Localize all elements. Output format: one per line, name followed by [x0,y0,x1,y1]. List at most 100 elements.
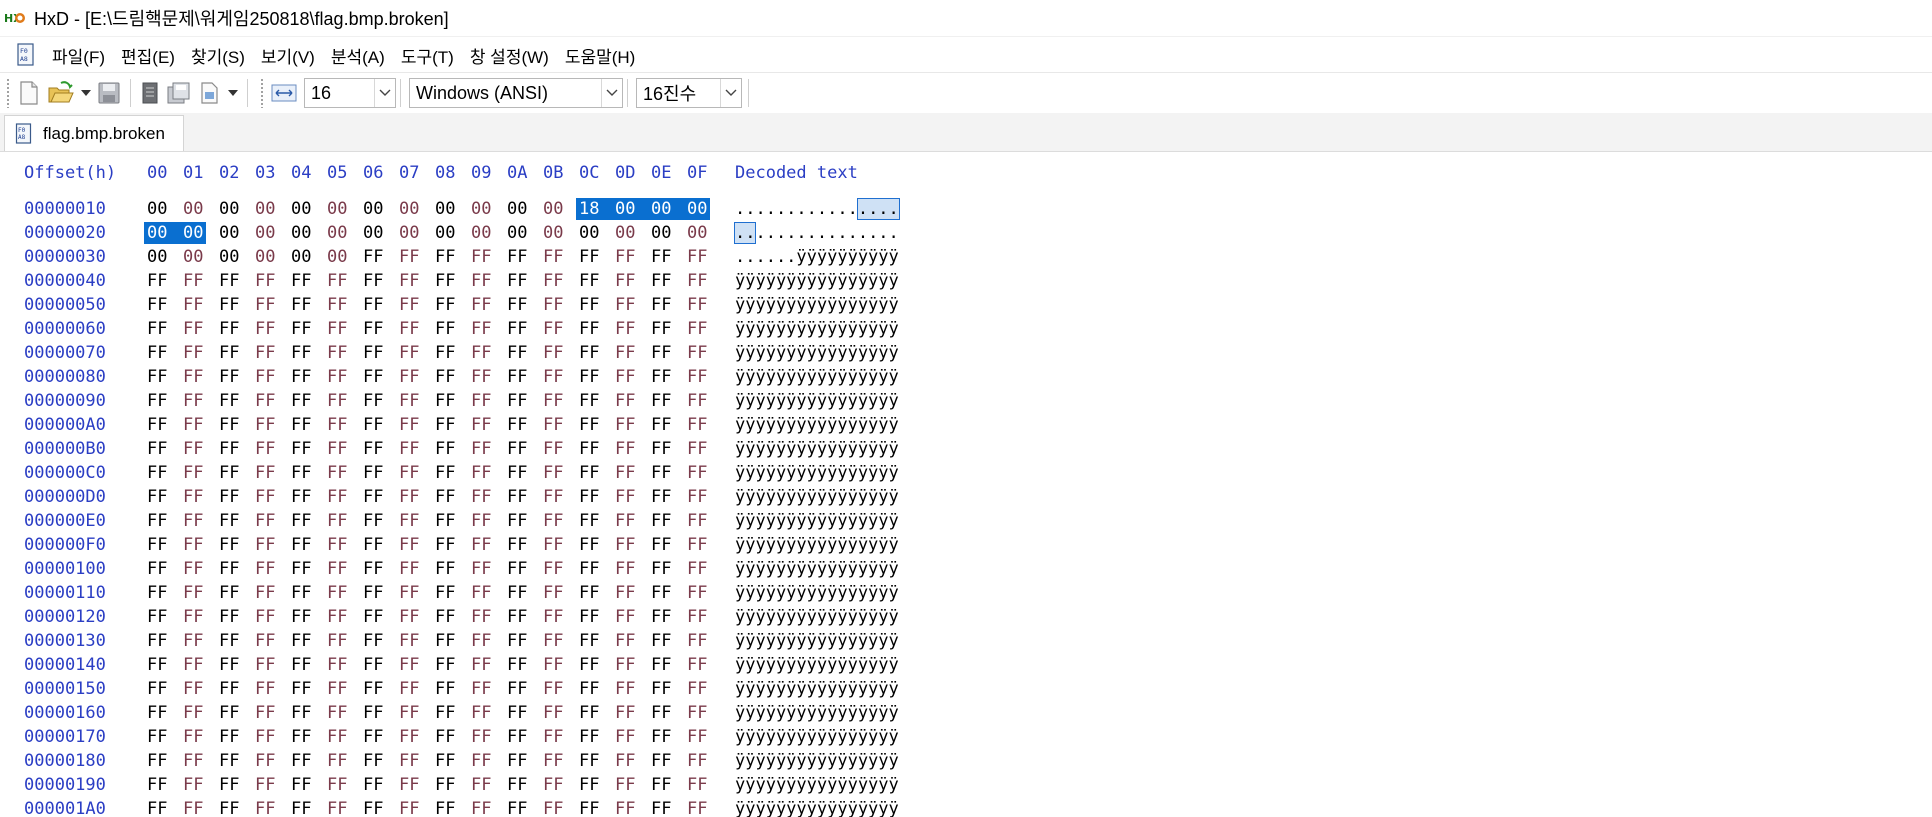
hex-byte[interactable]: FF [576,462,602,484]
hex-byte[interactable]: FF [360,750,386,772]
hex-byte[interactable]: FF [396,798,422,817]
decoded-text[interactable]: ÿÿÿÿÿÿÿÿÿÿÿÿÿÿÿÿ [735,582,899,604]
hex-byte[interactable]: FF [252,606,278,628]
hex-byte[interactable]: FF [360,246,386,268]
hex-byte[interactable]: FF [324,774,350,796]
hex-byte[interactable]: FF [396,654,422,676]
hex-byte[interactable]: FF [288,534,314,556]
hex-byte[interactable]: FF [216,438,242,460]
hex-byte[interactable]: FF [252,750,278,772]
hex-byte[interactable]: 00 [396,222,422,244]
hex-byte[interactable]: FF [432,390,458,412]
hex-byte[interactable]: FF [360,678,386,700]
hex-byte[interactable]: FF [684,486,710,508]
hex-byte[interactable]: FF [648,486,674,508]
hex-byte[interactable]: FF [432,630,458,652]
decoded-text[interactable]: ÿÿÿÿÿÿÿÿÿÿÿÿÿÿÿÿ [735,534,899,556]
menu-analysis[interactable]: 분석(A) [323,43,393,68]
hex-byte[interactable]: FF [648,774,674,796]
hex-byte[interactable]: FF [216,798,242,817]
hex-byte[interactable]: FF [432,774,458,796]
hex-byte[interactable]: FF [252,510,278,532]
hex-byte[interactable]: FF [612,750,638,772]
hex-byte[interactable]: FF [396,318,422,340]
decoded-text[interactable]: ÿÿÿÿÿÿÿÿÿÿÿÿÿÿÿÿ [735,630,899,652]
hex-byte[interactable]: 00 [540,222,566,244]
hex-byte[interactable]: FF [468,390,494,412]
hex-byte[interactable]: FF [324,390,350,412]
hex-byte[interactable]: FF [216,534,242,556]
menu-edit[interactable]: 편집(E) [113,43,183,68]
hex-byte[interactable]: FF [504,798,530,817]
hex-byte[interactable]: FF [504,390,530,412]
hex-byte[interactable]: FF [324,606,350,628]
hex-byte[interactable]: FF [648,438,674,460]
hex-byte[interactable]: FF [612,654,638,676]
hex-byte[interactable]: FF [684,558,710,580]
hex-byte[interactable]: FF [468,774,494,796]
hex-byte[interactable]: FF [684,582,710,604]
hex-byte[interactable]: FF [432,510,458,532]
hex-byte[interactable]: FF [252,534,278,556]
hex-byte[interactable]: FF [360,534,386,556]
hex-byte[interactable]: FF [180,726,206,748]
hex-byte[interactable]: FF [504,582,530,604]
hex-byte[interactable]: FF [324,534,350,556]
hex-byte[interactable]: FF [216,318,242,340]
hex-byte[interactable]: FF [288,510,314,532]
hex-byte[interactable]: FF [612,270,638,292]
hex-byte[interactable]: FF [504,414,530,436]
hex-byte[interactable]: FF [504,486,530,508]
hex-byte[interactable]: FF [216,342,242,364]
hex-byte[interactable]: FF [216,654,242,676]
hex-byte[interactable]: FF [468,750,494,772]
hex-byte[interactable]: FF [576,798,602,817]
hex-byte[interactable]: FF [504,462,530,484]
hex-byte[interactable]: FF [216,510,242,532]
hex-byte[interactable]: 00 [144,222,180,244]
hex-byte[interactable]: FF [324,678,350,700]
hex-editor-view[interactable]: Offset(h) 00 01 02 03 04 05 06 07 08 09 0A 0B 0C 0D 0E 0… [0,152,1932,817]
hex-byte[interactable]: FF [648,294,674,316]
hex-byte[interactable]: FF [432,294,458,316]
hex-byte[interactable]: FF [360,606,386,628]
hex-byte[interactable]: FF [216,726,242,748]
hex-byte[interactable]: FF [180,558,206,580]
hex-byte[interactable]: FF [180,462,206,484]
file-properties-icon[interactable] [140,78,160,108]
hex-byte[interactable]: FF [612,798,638,817]
hex-byte[interactable]: FF [612,774,638,796]
hex-byte[interactable]: FF [216,702,242,724]
hex-byte[interactable]: FF [252,582,278,604]
hex-byte[interactable]: FF [576,510,602,532]
hex-byte[interactable]: 00 [360,222,386,244]
hex-byte[interactable]: 00 [252,246,278,268]
hex-byte[interactable]: FF [684,606,710,628]
hex-byte[interactable]: FF [252,462,278,484]
hex-byte[interactable]: FF [504,534,530,556]
hex-byte[interactable]: FF [648,654,674,676]
hex-byte[interactable]: FF [468,270,494,292]
hex-byte[interactable]: FF [684,726,710,748]
hex-byte[interactable]: FF [288,678,314,700]
hex-byte[interactable]: FF [684,654,710,676]
hex-byte[interactable]: FF [396,606,422,628]
hex-byte[interactable]: FF [504,702,530,724]
hex-byte[interactable]: FF [216,630,242,652]
hex-byte[interactable]: FF [180,750,206,772]
hex-byte[interactable]: FF [468,294,494,316]
hex-byte[interactable]: FF [576,414,602,436]
hex-byte[interactable]: FF [144,678,170,700]
hex-byte[interactable]: FF [468,246,494,268]
hex-byte[interactable]: FF [504,270,530,292]
hex-byte[interactable]: FF [432,486,458,508]
hex-byte[interactable]: FF [504,510,530,532]
hex-byte[interactable]: FF [684,510,710,532]
hex-byte[interactable]: FF [468,366,494,388]
hex-byte[interactable]: FF [432,798,458,817]
hex-byte[interactable]: FF [612,678,638,700]
hex-byte[interactable]: FF [684,366,710,388]
hex-byte[interactable]: FF [540,534,566,556]
hex-byte[interactable]: FF [144,726,170,748]
hex-byte[interactable]: FF [216,750,242,772]
